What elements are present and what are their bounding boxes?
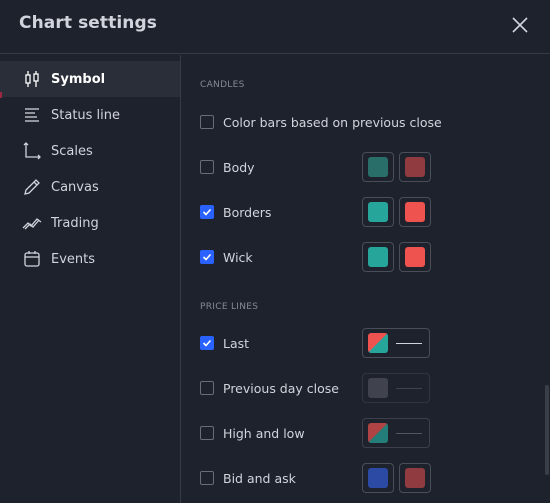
wick-label: Wick xyxy=(223,249,253,265)
last-line-swatches xyxy=(362,328,430,358)
line-preview xyxy=(396,387,422,389)
borders-down-color-swatch[interactable] xyxy=(399,197,431,227)
sidebar-item-symbol[interactable]: Symbol xyxy=(0,61,180,97)
bid-and-ask-checkbox[interactable] xyxy=(200,471,214,485)
close-icon[interactable] xyxy=(510,15,530,35)
color-bars-label: Color bars based on previous close xyxy=(223,114,442,130)
row-previous-day-close: Previous day close xyxy=(200,373,550,403)
settings-content: CANDLES Color bars based on previous clo… xyxy=(182,55,550,503)
borders-swatches xyxy=(362,197,431,227)
gray-color-icon xyxy=(368,378,388,398)
prev-close-line-style-picker[interactable] xyxy=(362,373,430,403)
high-low-line-style-picker[interactable] xyxy=(362,418,430,448)
ask-color-swatch[interactable] xyxy=(399,463,431,493)
line-preview xyxy=(396,432,422,434)
settings-sidebar: Symbol Status line Scales Canvas Trading… xyxy=(0,55,181,503)
wick-down-color-swatch[interactable] xyxy=(399,242,431,272)
wick-checkbox[interactable] xyxy=(200,250,214,264)
scales-icon xyxy=(22,141,42,161)
last-checkbox[interactable] xyxy=(200,336,214,350)
row-borders: Borders xyxy=(200,197,550,227)
bid-ask-swatches xyxy=(362,463,431,493)
section-label-candles: CANDLES xyxy=(200,80,245,90)
calendar-icon xyxy=(22,249,42,269)
row-wick: Wick xyxy=(200,242,550,272)
sidebar-item-label: Trading xyxy=(51,215,99,231)
bid-and-ask-label: Bid and ask xyxy=(223,470,296,486)
high-and-low-label: High and low xyxy=(223,425,305,441)
sidebar-item-status-line[interactable]: Status line xyxy=(0,97,180,133)
row-bid-and-ask: Bid and ask xyxy=(200,463,550,493)
body-down-color-swatch[interactable] xyxy=(399,152,431,182)
prev-close-line-swatches xyxy=(362,373,430,403)
row-high-and-low: High and low xyxy=(200,418,550,448)
body-swatches xyxy=(362,152,431,182)
sidebar-item-canvas[interactable]: Canvas xyxy=(0,169,180,205)
sidebar-item-trading[interactable]: Trading xyxy=(0,205,180,241)
body-label: Body xyxy=(223,159,255,175)
section-label-price-lines: PRICE LINES xyxy=(200,302,259,312)
split-color-icon xyxy=(368,333,388,353)
borders-up-color-swatch[interactable] xyxy=(362,197,394,227)
dialog-title: Chart settings xyxy=(19,13,157,33)
trading-icon xyxy=(22,213,42,233)
last-label: Last xyxy=(223,335,250,351)
sidebar-item-label: Status line xyxy=(51,107,121,123)
sidebar-item-scales[interactable]: Scales xyxy=(0,133,180,169)
body-checkbox[interactable] xyxy=(200,160,214,174)
row-color-bars: Color bars based on previous close xyxy=(200,107,550,137)
status-line-icon xyxy=(22,105,42,125)
wick-up-color-swatch[interactable] xyxy=(362,242,394,272)
borders-label: Borders xyxy=(223,204,272,220)
previous-day-close-checkbox[interactable] xyxy=(200,381,214,395)
row-last: Last xyxy=(200,328,550,358)
split-color-icon xyxy=(368,423,388,443)
sidebar-item-label: Scales xyxy=(51,143,93,159)
color-bars-checkbox[interactable] xyxy=(200,115,214,129)
last-line-style-picker[interactable] xyxy=(362,328,430,358)
sidebar-item-events[interactable]: Events xyxy=(0,241,180,277)
candlestick-icon xyxy=(22,69,42,89)
dialog-header: Chart settings xyxy=(0,0,550,54)
body-up-color-swatch[interactable] xyxy=(362,152,394,182)
sidebar-item-label: Events xyxy=(51,251,96,267)
line-preview xyxy=(396,342,422,344)
wick-swatches xyxy=(362,242,431,272)
high-and-low-checkbox[interactable] xyxy=(200,426,214,440)
borders-checkbox[interactable] xyxy=(200,205,214,219)
edge-marker xyxy=(0,92,2,98)
pencil-icon xyxy=(22,177,42,197)
content-scrollbar[interactable] xyxy=(545,385,549,475)
previous-day-close-label: Previous day close xyxy=(223,380,339,396)
high-low-line-swatches xyxy=(362,418,430,448)
bid-color-swatch[interactable] xyxy=(362,463,394,493)
chart-settings-dialog: Chart settings Symbol Status line Scales… xyxy=(0,0,550,503)
sidebar-item-label: Canvas xyxy=(51,179,99,195)
row-body: Body xyxy=(200,152,550,182)
sidebar-item-label: Symbol xyxy=(51,71,106,87)
